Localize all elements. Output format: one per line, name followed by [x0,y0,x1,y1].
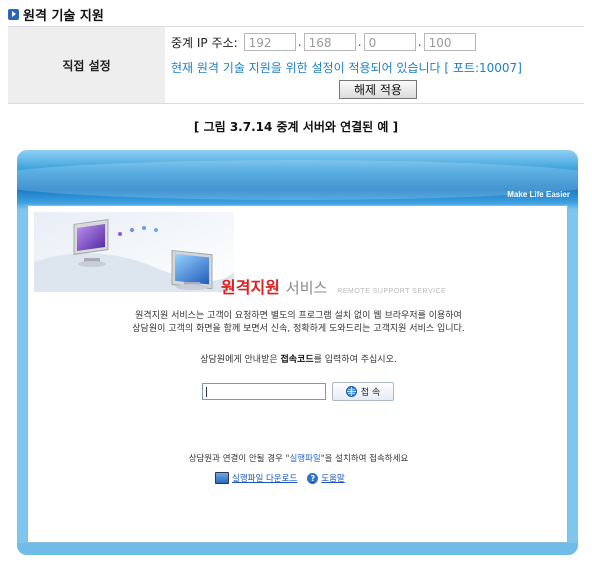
status-notice: 현재 원격 기술 지원을 위한 설정이 적용되어 있습니다 [ 포트:10007… [171,61,522,75]
figure-caption: [ 그림 3.7.14 중계 서버와 연결된 예 ] [193,120,399,134]
prompt-emphasis: 접속코드 [280,355,314,365]
connect-button-label: 접 속 [360,388,381,398]
settings-panel: 직접 설정 중계 IP 주소: 192 . 168 . 0 . 100 현재 원… [8,26,584,104]
service-title-suffix: 서비스 [285,279,328,297]
guide-text: 상담원과 연결이 안될 경우 " [188,454,290,464]
download-monitor-icon [215,472,229,484]
release-apply-button[interactable]: 해제 적용 [339,80,417,99]
connect-button[interactable]: 접 속 [332,382,394,401]
download-link-label: 실행파일 다운로드 [232,474,298,484]
ip-octet-3-field[interactable]: 0 [363,33,416,51]
settings-body: 중계 IP 주소: 192 . 168 . 0 . 100 현재 원격 기술 지… [165,27,584,103]
ip-separator: . [417,35,422,49]
service-title-english: REMOTE SUPPORT SERVICE [337,288,447,295]
section-title: 원격 기술 지원 [23,8,104,24]
connect-globe-icon [345,386,357,397]
help-links: 실행파일 다운로드 ? 도움말 [215,472,345,484]
description-line-2: 상담원이 고객의 화면을 함께 보면서 신속, 정확하게 도와드리는 고객지원 … [132,324,465,334]
code-prompt: 상담원에게 안내받은 접속코드를 입력하여 주십시오. [28,352,569,365]
window-bottom-bar [17,543,578,555]
help-link-label: 도움말 [321,474,345,484]
tagline: Make Life Easier [507,190,570,199]
header-decoration [17,160,578,200]
guide-executable-link[interactable]: 실행파일 [289,454,320,464]
help-link[interactable]: ? 도움말 [307,472,345,484]
service-title-main: 원격지원 [221,278,280,297]
guide-text-end: "을 설치하여 접속하세요 [320,454,409,464]
relay-ip-label: 중계 IP 주소: [171,35,238,50]
relay-ip-row: 중계 IP 주소: 192 . 168 . 0 . 100 [171,33,476,51]
monitors-illustration [34,212,234,292]
ip-octet-1-field[interactable]: 192 [243,33,296,51]
ip-octet-4-field[interactable]: 100 [423,33,476,51]
access-code-input[interactable] [202,383,326,400]
service-description: 원격지원 서비스는 고객이 요청하면 별도의 프로그램 설치 없이 웹 브라우저… [28,310,569,336]
section-header: 원격 기술 지원 [8,6,104,24]
installer-guide: 상담원과 연결이 안될 경우 "실행파일"을 설치하여 접속하세요 [28,452,569,464]
row-label: 직접 설정 [8,27,165,103]
help-question-icon: ? [307,472,319,484]
content-area: 원격지원 서비스 REMOTE SUPPORT SERVICE 원격지원 서비스… [27,205,568,543]
prompt-text-end: 를 입력하여 주십시오. [313,355,397,365]
ip-octet-2-field[interactable]: 168 [303,33,356,51]
ip-separator: . [357,35,362,49]
remote-support-window: Make Life Easier 원격지원 서비스 REMOTE SUPPORT… [17,150,578,555]
download-link[interactable]: 실행파일 다운로드 [215,472,297,484]
service-title: 원격지원 서비스 REMOTE SUPPORT SERVICE [221,274,446,298]
bullet-arrow-icon [8,8,19,20]
description-line-1: 원격지원 서비스는 고객이 요청하면 별도의 프로그램 설치 없이 웹 브라우저… [135,311,462,321]
ip-separator: . [297,35,302,49]
prompt-text: 상담원에게 안내받은 [200,355,281,365]
